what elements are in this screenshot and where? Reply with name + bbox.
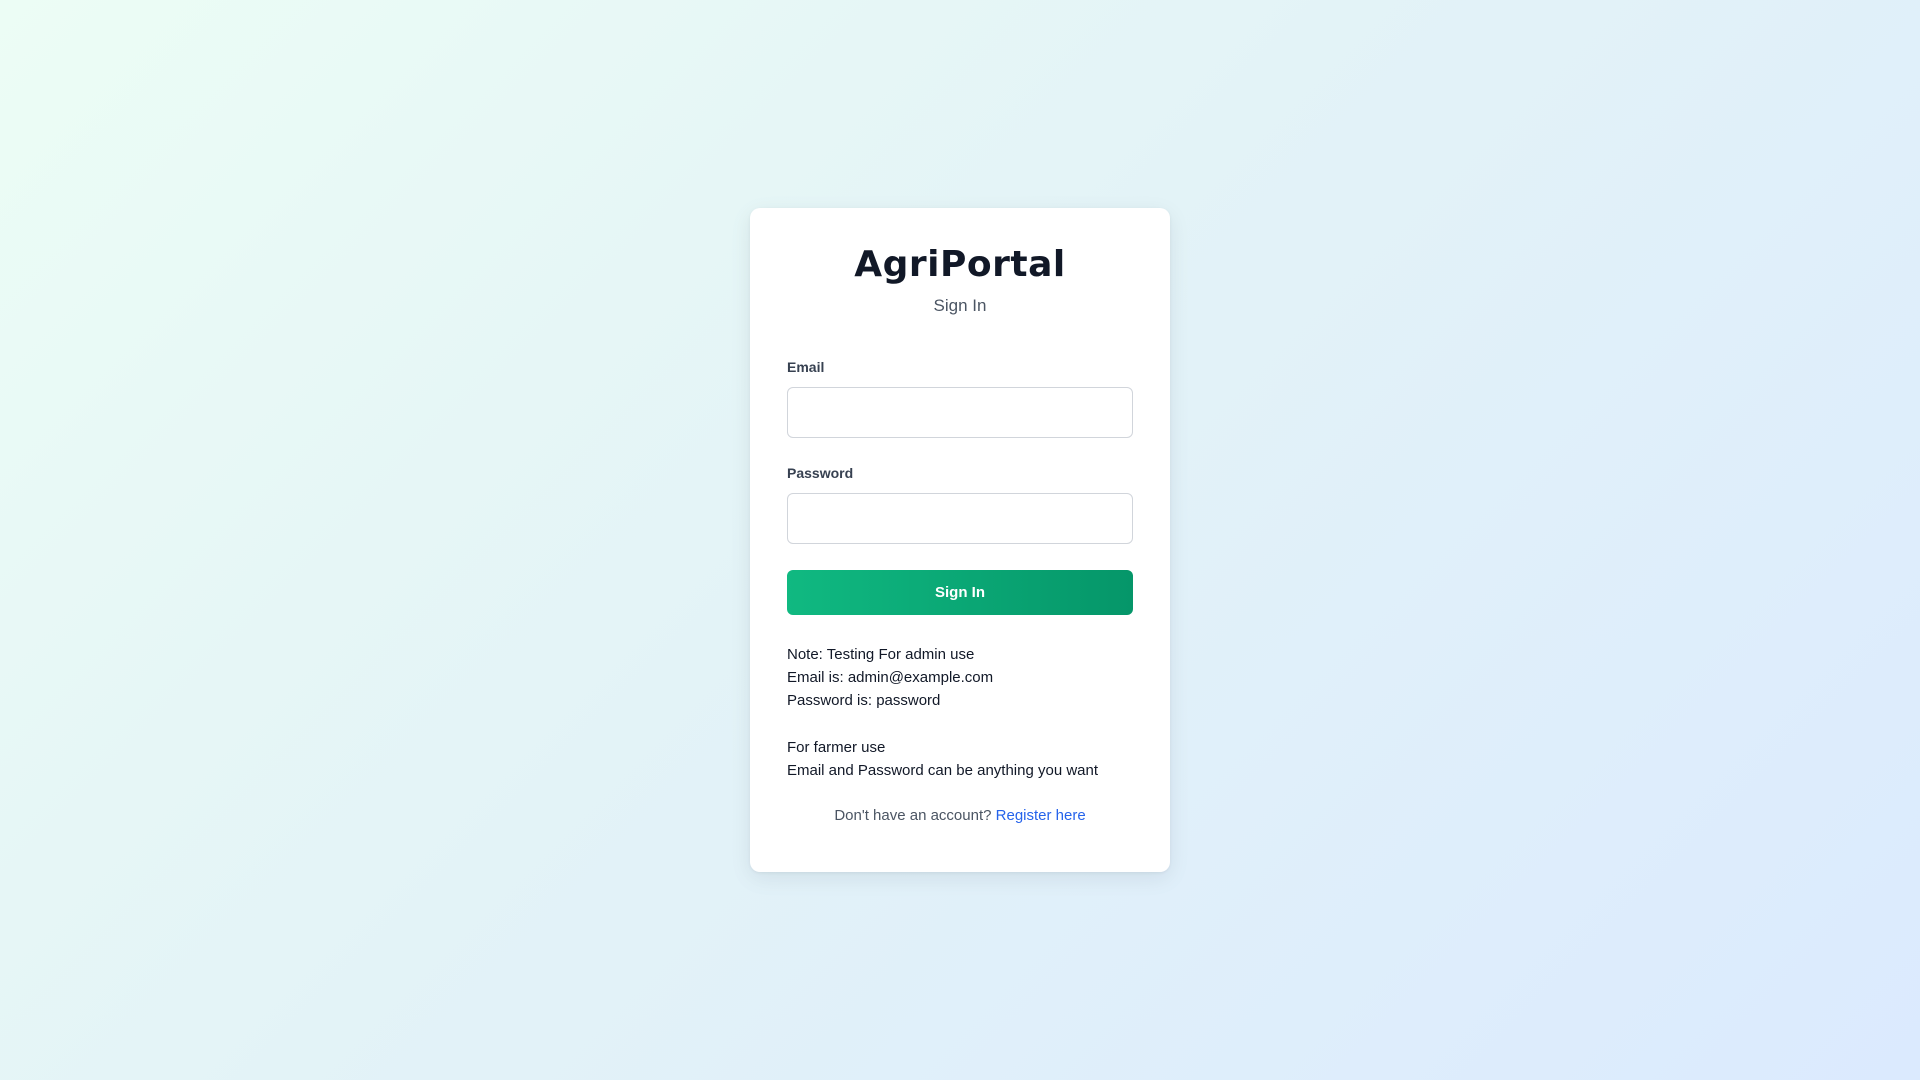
test-credentials-note: Note: Testing For admin use Email is: ad… (787, 643, 1133, 782)
login-card: AgriPortal Sign In Email Password Sign I… (750, 208, 1170, 872)
register-prompt: Don't have an account? Register here (787, 806, 1133, 826)
password-field[interactable] (787, 493, 1133, 544)
sign-in-button[interactable]: Sign In (787, 570, 1133, 615)
email-field[interactable] (787, 387, 1133, 438)
note-spacer (787, 712, 1133, 736)
email-label: Email (787, 359, 825, 375)
farmer-credentials-note: Email and Password can be anything you w… (787, 762, 1099, 779)
register-link[interactable]: Register here (996, 807, 1086, 824)
app-title: AgriPortal (854, 244, 1066, 285)
farmer-note-heading: For farmer use (787, 739, 886, 756)
page-subtitle: Sign In (933, 296, 987, 315)
admin-note-heading: Note: Testing For admin use (787, 646, 975, 663)
register-prompt-text: Don't have an account? (834, 807, 992, 824)
admin-email-note: Email is: admin@example.com (787, 669, 994, 686)
login-form: Email Password Sign In (787, 359, 1133, 615)
password-label: Password (787, 465, 854, 481)
admin-password-note: Password is: password (787, 692, 941, 709)
